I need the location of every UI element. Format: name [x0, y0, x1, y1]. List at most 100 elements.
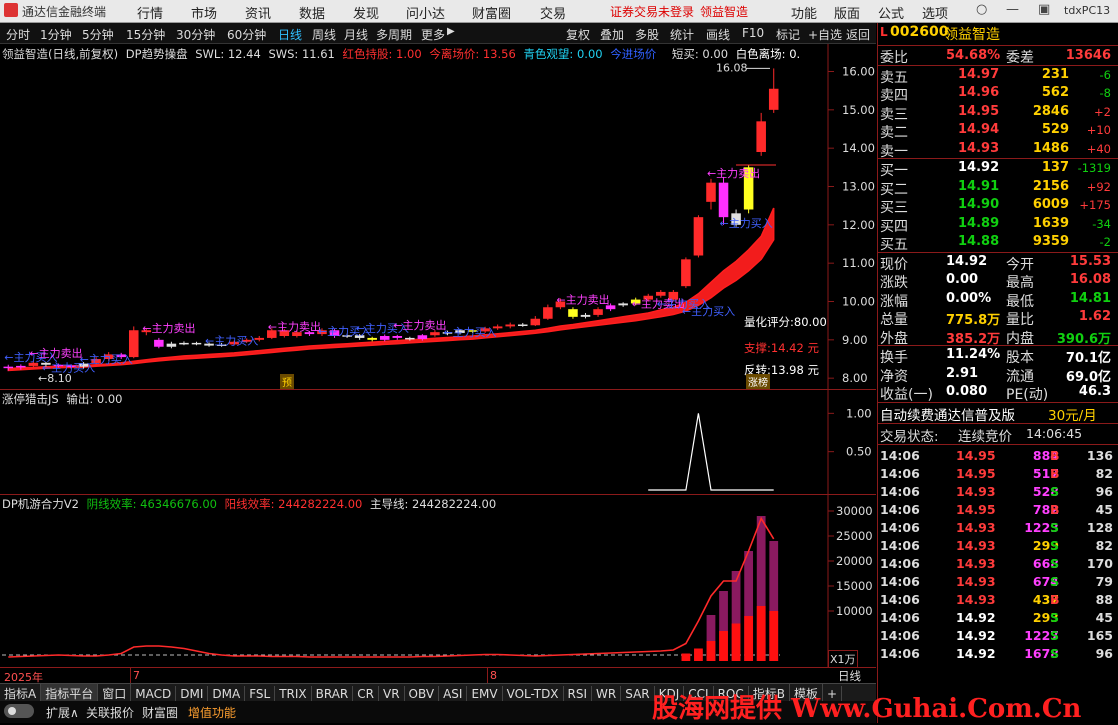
menu-trade[interactable]: 交易	[540, 3, 566, 22]
menu-wealth-circle[interactable]: 财富圈	[472, 3, 511, 22]
bid-level-row[interactable]: 买四 14.89 1639 -34	[878, 215, 1118, 235]
month-divider	[487, 668, 488, 684]
level-price: 14.96	[958, 85, 1000, 100]
period-monthly[interactable]: 月线	[344, 26, 368, 43]
draw-button[interactable]: 画线	[706, 26, 730, 43]
menu-options[interactable]: 选项	[922, 3, 948, 22]
level-change: -8	[1099, 86, 1111, 100]
trend-ribbon	[7, 207, 775, 372]
bid-level-row[interactable]: 买三 14.90 6009 +175	[878, 196, 1118, 216]
tick-count: 79	[1095, 573, 1113, 589]
back-button[interactable]: 返回	[846, 26, 870, 43]
promo-price[interactable]: 30元/月	[1048, 404, 1097, 424]
period-weekly[interactable]: 周线	[312, 26, 336, 43]
overlay-button[interactable]: 叠加	[600, 26, 624, 43]
menu-layout[interactable]: 版面	[834, 3, 860, 22]
minimize-icon[interactable]: —	[1006, 2, 1019, 17]
period-multi[interactable]: 多周期	[376, 26, 412, 43]
indicator-tab[interactable]: DMI	[176, 686, 209, 702]
indicator-tab[interactable]: OBV	[405, 686, 440, 702]
tick-price: 14.93	[956, 483, 996, 499]
yang-efficiency-bar	[706, 641, 716, 661]
menu-discover[interactable]: 发现	[353, 3, 379, 22]
indicator-tab[interactable]: WR	[592, 686, 622, 702]
candle-body	[693, 217, 704, 256]
wealth-circle-tab[interactable]: 财富圈	[142, 704, 178, 721]
candle-body	[392, 336, 403, 338]
indicator-tab[interactable]: ASI	[439, 686, 468, 702]
bid-level-row[interactable]: 买五 14.88 9359 -2	[878, 233, 1118, 253]
f10-button[interactable]: F10	[742, 26, 764, 40]
tick-row: 14:06 14.93 1223 S 128	[878, 519, 1118, 537]
period-5min[interactable]: 5分钟	[82, 26, 114, 43]
indicator-tab[interactable]: SAR	[621, 686, 655, 702]
indicator-tab[interactable]: MACD	[131, 686, 177, 702]
multi-stock-button[interactable]: 多股	[635, 26, 659, 43]
indicator-tab[interactable]: VR	[379, 686, 405, 702]
indicator-tab[interactable]: EMV	[467, 686, 503, 702]
menu-data[interactable]: 数据	[299, 3, 325, 22]
forecast-badge[interactable]: 预	[280, 374, 294, 389]
app-logo-icon	[4, 3, 18, 17]
limit-up-badge[interactable]: 涨榜	[746, 374, 770, 389]
ask-level-row[interactable]: 卖三 14.95 2846 +2	[878, 103, 1118, 123]
indicator-tab[interactable]: CR	[353, 686, 379, 702]
indicator-tab[interactable]: BRAR	[312, 686, 354, 702]
add-watchlist-button[interactable]: +自选	[808, 26, 842, 43]
candlestick-chart[interactable]: 16.00 15.00 14.00 13.00 12.00 11.00 10.00 9.00 8…	[0, 44, 876, 389]
value-added-tab[interactable]: 增值功能	[188, 704, 236, 721]
ask-level-row[interactable]: 卖二 14.94 529 +10	[878, 121, 1118, 141]
related-quote-tab[interactable]: 关联报价	[86, 704, 134, 721]
restore-icon[interactable]: ▣	[1038, 2, 1050, 17]
indicator-tab[interactable]: FSL	[245, 686, 276, 702]
period-15min[interactable]: 15分钟	[126, 26, 165, 43]
limit-up-indicator-pane[interactable]: 涨停猎击JS 输出: 0.00 1.00 0.50	[0, 390, 876, 495]
period-30min[interactable]: 30分钟	[176, 26, 215, 43]
indicator-tab[interactable]: TRIX	[275, 686, 312, 702]
menu-news[interactable]: 资讯	[245, 3, 271, 22]
period-daily-label[interactable]: 日线	[838, 668, 861, 684]
menu-market-quotes[interactable]: 行情	[137, 3, 163, 22]
tick-row: 14:06 14.92 1678 S 96	[878, 645, 1118, 663]
menu-formula[interactable]: 公式	[878, 3, 904, 22]
main-chart-pane[interactable]: 领益智造(日线,前复权) DP趋势操盘 SWL: 12.44 SWS: 11.6…	[0, 44, 876, 390]
level-volume: 1639	[1032, 215, 1069, 231]
promo-text[interactable]: 自动续费通达信普及版	[880, 404, 1015, 424]
period-1min[interactable]: 1分钟	[40, 26, 72, 43]
quote-panel: L 002600 领益智造 委比 54.68% 委差 13646 卖五 14.97…	[877, 23, 1118, 723]
period-daily[interactable]: 日线	[278, 26, 302, 43]
indicator-tab[interactable]: RSI	[564, 686, 593, 702]
ask-level-row[interactable]: 卖五 14.97 231 -6	[878, 66, 1118, 86]
dp-force-indicator-pane[interactable]: DP机游合力V2 阴线效率: 46346676.00 阳线效率: 2442822…	[0, 495, 876, 668]
stat-value: 775.8万	[946, 313, 1001, 328]
more-arrow-icon[interactable]: ▶	[447, 26, 455, 37]
login-notice[interactable]: 证券交易未登录	[610, 3, 694, 20]
period-more[interactable]: 更多	[421, 26, 445, 43]
period-intraday[interactable]: 分时	[6, 26, 30, 43]
indicator-tab[interactable]: DMA	[208, 686, 246, 702]
bid-level-row[interactable]: 买一 14.92 137 -1319	[878, 159, 1118, 179]
tick-row: 14:06 14.95 517 B 82	[878, 465, 1118, 483]
indicator-tab[interactable]: VOL-TDX	[503, 686, 564, 702]
date-month-7: 7	[133, 669, 140, 682]
expand-tab[interactable]: 扩展∧	[46, 704, 79, 721]
menu-function[interactable]: 功能	[791, 3, 817, 22]
adjust-button[interactable]: 复权	[566, 26, 590, 43]
yang-efficiency-bar	[744, 616, 754, 661]
mark-button[interactable]: 标记	[776, 26, 800, 43]
candle-body	[166, 343, 177, 347]
ask-level-row[interactable]: 卖四 14.96 562 -8	[878, 84, 1118, 104]
search-icon[interactable]: ○	[976, 2, 987, 17]
stock-link[interactable]: 领益智造	[700, 3, 748, 20]
main-force-sell-label: ←主力卖出	[142, 321, 195, 335]
ask-level-row[interactable]: 卖一 14.93 1486 +40	[878, 140, 1118, 160]
menu-market[interactable]: 市场	[191, 3, 217, 22]
promo-row[interactable]: 自动续费通达信普及版 30元/月	[878, 403, 1118, 424]
stat-value: 15.53	[1069, 253, 1111, 269]
stats-button[interactable]: 统计	[670, 26, 694, 43]
main-force-buy-label: ←主力买入	[443, 326, 496, 339]
menu-ask[interactable]: 问小达	[406, 3, 445, 22]
candle-body	[191, 342, 202, 345]
bid-level-row[interactable]: 买二 14.91 2156 +92	[878, 178, 1118, 198]
period-60min[interactable]: 60分钟	[227, 26, 266, 43]
